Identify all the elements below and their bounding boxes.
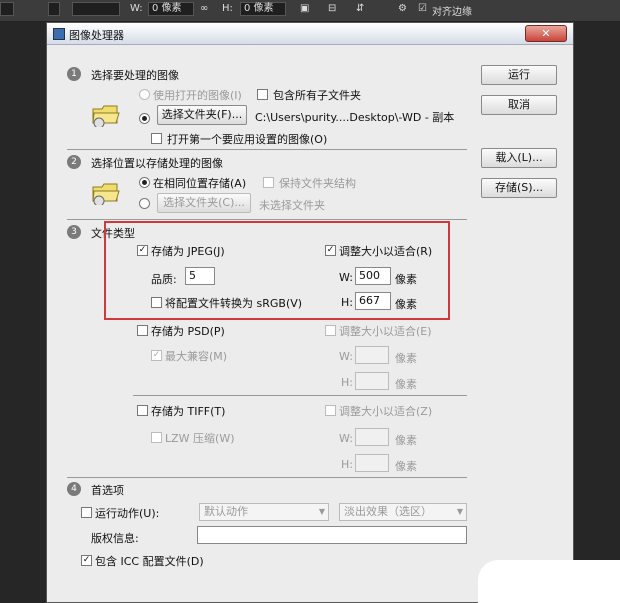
include-icc-label: 包含 ICC 配置文件(D)	[95, 555, 204, 568]
h-label: H:	[222, 3, 233, 14]
max-compat-label: 最大兼容(M)	[165, 350, 228, 363]
tiff-h-unit: 像素	[395, 460, 417, 473]
psd-w-unit: 像素	[395, 352, 417, 365]
divider	[133, 395, 467, 396]
section-2-title: 选择位置以存储处理的图像	[91, 157, 223, 170]
keep-structure-label: 保持文件夹结构	[279, 177, 356, 190]
action-set-value: 默认动作	[204, 505, 248, 518]
align-edges-checkbox[interactable]: ☑	[418, 3, 427, 14]
close-button[interactable]: ✕	[525, 25, 567, 42]
dialog-title: 图像处理器	[69, 29, 124, 42]
save-psd-checkbox[interactable]	[137, 325, 148, 336]
select-folder-radio[interactable]	[139, 113, 150, 124]
select-destination-button[interactable]: 选择文件夹(C)...	[157, 193, 251, 213]
gear-icon[interactable]: ⚙	[398, 3, 407, 14]
tiff-h-label: H:	[341, 458, 353, 471]
path-operations-icon[interactable]: ▣	[300, 3, 309, 14]
load-button[interactable]: 载入(L)...	[481, 148, 557, 168]
same-location-radio[interactable]	[139, 177, 150, 188]
copyright-label: 版权信息:	[91, 532, 139, 545]
tiff-resize-label: 调整大小以适合(Z)	[339, 405, 433, 418]
section-4-title: 首选项	[91, 484, 124, 497]
psd-height-input[interactable]	[355, 372, 389, 390]
copyright-input[interactable]	[197, 526, 467, 544]
use-open-images-label: 使用打开的图像(I)	[153, 89, 242, 102]
psd-w-label: W:	[339, 350, 353, 363]
tool-preset-button[interactable]	[0, 2, 14, 16]
stroke-width-field[interactable]	[72, 2, 120, 16]
section-4-number: 4	[67, 482, 81, 496]
divider	[67, 149, 467, 150]
tiff-w-unit: 像素	[395, 434, 417, 447]
psd-h-unit: 像素	[395, 378, 417, 391]
psd-h-label: H:	[341, 376, 353, 389]
redaction-mark	[478, 560, 620, 603]
max-compat-checkbox[interactable]: ✓	[151, 350, 162, 361]
section-2-number: 2	[67, 155, 81, 169]
save-tiff-checkbox[interactable]	[137, 405, 148, 416]
cancel-button[interactable]: 取消	[481, 95, 557, 115]
open-first-image-label: 打开第一个要应用设置的图像(O)	[167, 133, 328, 146]
source-path: C:\Users\purity....Desktop\-WD - 副本	[255, 111, 455, 124]
save-tiff-label: 存储为 TIFF(T)	[151, 405, 226, 418]
dropdown-button[interactable]	[48, 2, 60, 16]
w-label: W:	[130, 3, 143, 14]
save-settings-button[interactable]: 存储(S)...	[481, 178, 557, 198]
align-edges-label: 对齐边缘	[432, 7, 472, 18]
h-field[interactable]: 0 像素	[240, 2, 286, 16]
lzw-label: LZW 压缩(W)	[165, 432, 235, 445]
tiff-w-label: W:	[339, 432, 353, 445]
include-subfolders-label: 包含所有子文件夹	[273, 89, 361, 102]
run-button[interactable]: 运行	[481, 65, 557, 85]
tiff-resize-checkbox[interactable]	[325, 405, 336, 416]
section-1-number: 1	[67, 67, 81, 81]
include-subfolders-checkbox[interactable]	[257, 89, 268, 100]
use-open-images-radio[interactable]	[139, 89, 150, 100]
lzw-checkbox[interactable]	[151, 432, 162, 443]
same-location-label: 在相同位置存储(A)	[153, 177, 247, 190]
select-folder-button[interactable]: 选择文件夹(F)...	[157, 105, 247, 125]
photoshop-icon	[53, 28, 65, 40]
run-action-label: 运行动作(U):	[95, 507, 160, 520]
open-first-image-checkbox[interactable]	[151, 133, 162, 144]
psd-resize-label: 调整大小以适合(E)	[339, 325, 432, 338]
psd-width-input[interactable]	[355, 346, 389, 364]
save-psd-label: 存储为 PSD(P)	[151, 325, 225, 338]
path-arrangement-icon[interactable]: ⇵	[356, 3, 364, 14]
path-alignment-icon[interactable]: ⊟	[328, 3, 336, 14]
highlight-box	[104, 221, 450, 320]
psd-resize-checkbox[interactable]	[325, 325, 336, 336]
include-icc-checkbox[interactable]: ✓	[81, 555, 92, 566]
folder-icon	[92, 105, 120, 127]
chevron-down-icon: ▼	[318, 507, 325, 516]
keep-structure-checkbox[interactable]	[263, 177, 274, 188]
section-3-number: 3	[67, 225, 81, 239]
no-folder-label: 未选择文件夹	[259, 199, 325, 212]
section-1-title: 选择要处理的图像	[91, 69, 179, 82]
action-select[interactable]: 淡出效果（选区） ▼	[339, 503, 467, 521]
divider	[67, 477, 467, 478]
divider	[67, 219, 467, 220]
w-field[interactable]: 0 像素	[148, 2, 194, 16]
chevron-down-icon: ▼	[456, 507, 463, 516]
options-bar: W: 0 像素 ∞ H: 0 像素 ▣ ⊟ ⇵ ⚙ ☑ 对齐边缘	[0, 0, 620, 22]
title-bar: 图像处理器 ✕	[47, 23, 573, 45]
run-action-checkbox[interactable]	[81, 507, 92, 518]
action-set-select[interactable]: 默认动作 ▼	[199, 503, 329, 521]
action-value: 淡出效果（选区）	[344, 505, 432, 518]
link-icon[interactable]: ∞	[200, 3, 208, 14]
tiff-height-input[interactable]	[355, 454, 389, 472]
select-destination-radio[interactable]	[139, 198, 150, 209]
tiff-width-input[interactable]	[355, 428, 389, 446]
folder-icon	[92, 183, 120, 205]
